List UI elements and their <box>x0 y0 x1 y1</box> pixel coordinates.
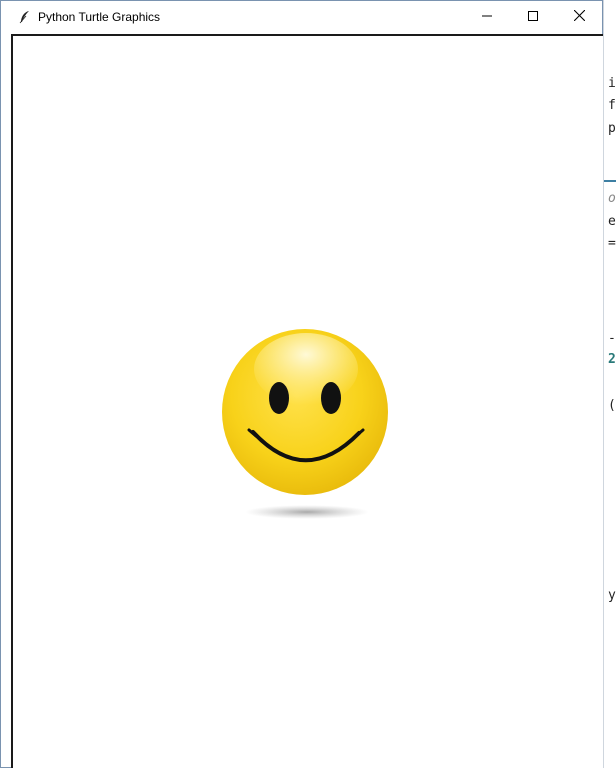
editor-divider <box>604 180 616 182</box>
editor-code-fragment: i <box>608 76 616 91</box>
editor-code-fragment: - <box>608 331 616 346</box>
minimize-icon <box>482 8 492 26</box>
title-bar[interactable]: Python Turtle Graphics <box>1 1 602 32</box>
editor-code-fragment: o <box>608 191 616 206</box>
editor-code-fragment: = <box>608 236 616 251</box>
turtle-canvas[interactable] <box>11 34 603 768</box>
smiley-drawing <box>222 329 388 519</box>
feather-icon <box>18 10 32 24</box>
maximize-button[interactable] <box>510 1 556 32</box>
turtle-window: Python Turtle Graphics <box>0 0 603 768</box>
maximize-icon <box>528 8 538 26</box>
editor-code-fragment: y <box>608 588 616 603</box>
editor-code-fragment: 2 <box>608 352 616 367</box>
left-eye <box>269 382 289 414</box>
close-button[interactable] <box>556 1 602 32</box>
window-title: Python Turtle Graphics <box>38 9 161 24</box>
desktop: i f p o e = - 2 ( y Python Turtle Graphi… <box>0 0 616 768</box>
window-controls <box>464 1 602 32</box>
close-icon <box>573 8 585 26</box>
background-editor-window[interactable]: i f p o e = - 2 ( y <box>603 0 616 768</box>
right-eye <box>321 382 341 414</box>
editor-code-fragment: p <box>608 121 616 136</box>
face-shadow <box>245 505 369 519</box>
editor-code-fragment: ( <box>608 398 616 413</box>
editor-code-fragment: e <box>608 214 616 229</box>
editor-code-fragment: f <box>608 98 616 113</box>
minimize-button[interactable] <box>464 1 510 32</box>
